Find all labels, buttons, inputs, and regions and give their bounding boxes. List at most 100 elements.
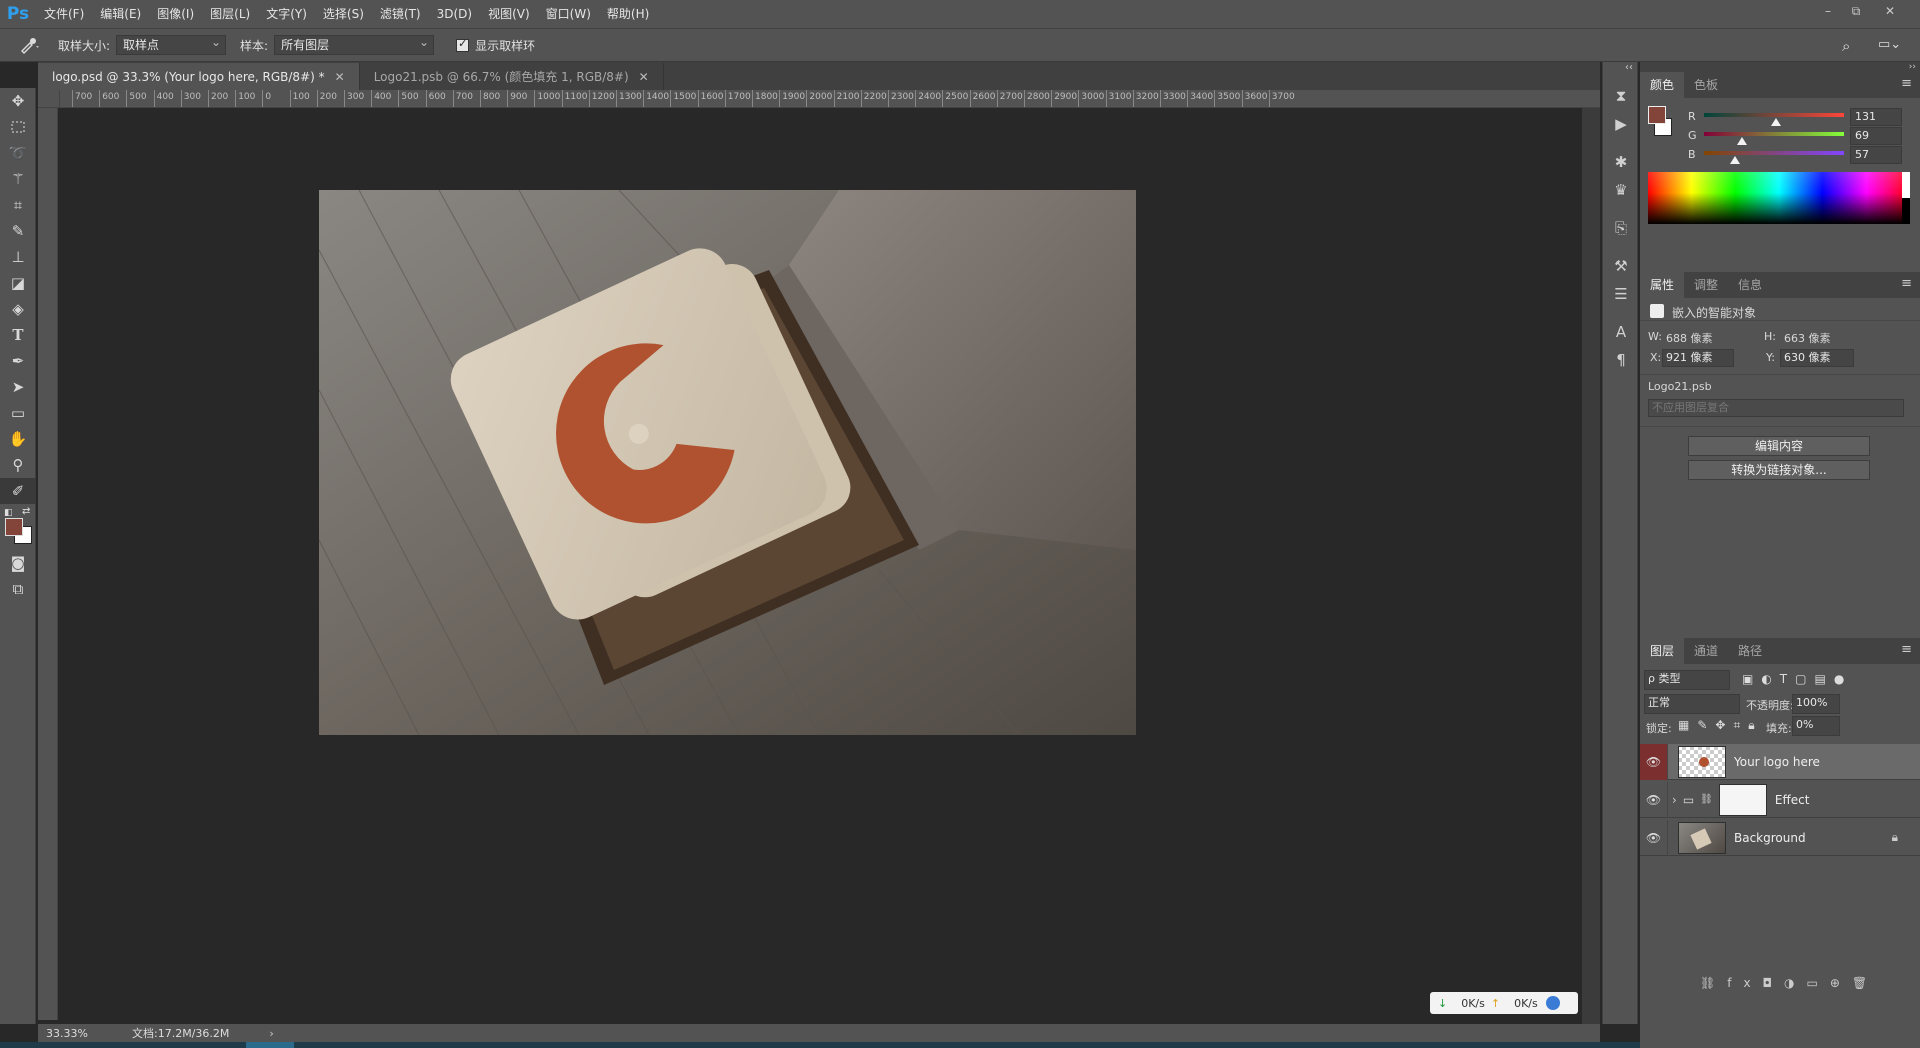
x-position-input[interactable]: 921 像素: [1662, 349, 1734, 367]
hand-tool-icon[interactable]: ✋: [0, 426, 36, 452]
eyedropper-tool-icon[interactable]: ✐: [0, 478, 36, 504]
status-menu-arrow-icon[interactable]: ›: [269, 1027, 273, 1040]
menu-file[interactable]: 文件(F): [36, 0, 92, 28]
quick-mask-icon[interactable]: ◙: [0, 550, 36, 576]
menu-filter[interactable]: 滤镜(T): [372, 0, 429, 28]
green-thumb[interactable]: [1736, 137, 1747, 145]
brushes-icon[interactable]: ♛: [1603, 176, 1639, 204]
tab-swatches[interactable]: 色板: [1684, 72, 1728, 98]
tool-presets-icon[interactable]: ⚒: [1603, 252, 1639, 280]
rectangle-tool-icon[interactable]: ▭: [0, 400, 36, 426]
opacity-input[interactable]: 100%: [1792, 694, 1840, 714]
fill-input[interactable]: 0%: [1792, 716, 1840, 736]
search-icon[interactable]: ⌕: [1842, 37, 1850, 55]
minimize-button[interactable]: –: [1814, 0, 1842, 22]
paint-bucket-tool-icon[interactable]: ◈: [0, 296, 36, 322]
swap-colors-icon[interactable]: ⇄: [22, 506, 30, 517]
lock-icons[interactable]: ▦✎✥⌗🔒︎: [1678, 718, 1763, 733]
tab-info[interactable]: 信息: [1728, 272, 1772, 298]
path-select-tool-icon[interactable]: ➤: [0, 374, 36, 400]
close-tab-icon[interactable]: ✕: [335, 70, 345, 84]
vertical-scrollbar[interactable]: [1582, 108, 1600, 1024]
tab-adjustments[interactable]: 调整: [1684, 272, 1728, 298]
tab-logo-psd[interactable]: logo.psd @ 33.3% (Your logo here, RGB/8#…: [38, 63, 360, 90]
network-widget-icon[interactable]: [1545, 996, 1560, 1010]
layer-name[interactable]: Background: [1734, 831, 1806, 845]
sample-select[interactable]: 所有图层: [274, 33, 435, 55]
layer-name[interactable]: Your logo here: [1734, 755, 1820, 769]
layer-row[interactable]: 👁︎ › ▭ ⛓ Effect: [1640, 781, 1920, 818]
history-icon[interactable]: ⧗: [1603, 82, 1639, 110]
menu-image[interactable]: 图像(I): [149, 0, 202, 28]
lasso-tool-icon[interactable]: ➰: [0, 140, 36, 166]
default-colors-icon[interactable]: ◧: [4, 508, 13, 518]
convert-to-linked-button[interactable]: 转换为链接对象...: [1688, 460, 1870, 480]
color-swatches[interactable]: ◧ ⇄: [0, 504, 35, 550]
menu-help[interactable]: 帮助(H): [599, 0, 657, 28]
green-value-input[interactable]: 69: [1850, 127, 1902, 145]
layer-row[interactable]: 👁︎ Background 🔒︎: [1640, 819, 1920, 856]
paragraph-icon[interactable]: ¶: [1603, 346, 1639, 374]
blue-value-input[interactable]: 57: [1850, 146, 1902, 164]
marquee-tool-icon[interactable]: [0, 114, 36, 140]
stamp-tool-icon[interactable]: ⊥: [0, 244, 36, 270]
character-icon[interactable]: A: [1603, 318, 1639, 346]
red-thumb[interactable]: [1770, 118, 1781, 126]
tab-color[interactable]: 颜色: [1640, 72, 1685, 98]
tab-channels[interactable]: 通道: [1684, 638, 1728, 664]
panel-menu-icon[interactable]: ≡: [1901, 276, 1912, 291]
menu-window[interactable]: 窗口(W): [538, 0, 599, 28]
close-tab-icon[interactable]: ✕: [639, 70, 649, 84]
layer-row[interactable]: 👁︎ Your logo here: [1640, 743, 1920, 780]
tab-paths[interactable]: 路径: [1728, 638, 1772, 664]
pen-tool-icon[interactable]: ✒: [0, 348, 36, 374]
visibility-eye-icon[interactable]: 👁︎: [1640, 819, 1668, 856]
restore-button[interactable]: ⧉: [1842, 0, 1870, 22]
layer-name[interactable]: Effect: [1775, 793, 1810, 807]
blue-slider[interactable]: B 57: [1640, 146, 1920, 166]
expand-group-icon[interactable]: ›: [1672, 793, 1677, 807]
layer-comp-select[interactable]: 不应用图层复合: [1648, 399, 1904, 417]
edit-contents-button[interactable]: 编辑内容: [1688, 436, 1870, 456]
ruler-origin[interactable]: [38, 90, 60, 108]
panel-menu-icon[interactable]: ≡: [1901, 642, 1912, 657]
crop-tool-icon[interactable]: ⌗: [0, 192, 36, 218]
tab-layers[interactable]: 图层: [1640, 638, 1685, 664]
menu-edit[interactable]: 编辑(E): [92, 0, 149, 28]
red-value-input[interactable]: 131: [1850, 108, 1902, 126]
menu-type[interactable]: 文字(Y): [258, 0, 315, 28]
brush-settings-icon[interactable]: ✱: [1603, 148, 1639, 176]
zoom-tool-icon[interactable]: ⚲: [0, 452, 36, 478]
blue-thumb[interactable]: [1730, 156, 1741, 164]
brush-tool-icon[interactable]: ✎: [0, 218, 36, 244]
panel-menu-icon[interactable]: ≡: [1901, 76, 1912, 91]
type-tool-icon[interactable]: T: [0, 322, 36, 348]
width-value[interactable]: 688 像素: [1666, 330, 1713, 346]
clone-source-icon[interactable]: ⎘: [1603, 214, 1639, 242]
blue-track[interactable]: [1704, 151, 1844, 155]
workspace-icon[interactable]: ▭⌄: [1878, 37, 1901, 52]
screen-mode-icon[interactable]: ⧉: [0, 576, 36, 602]
zoom-level[interactable]: 33.33%: [46, 1027, 102, 1040]
red-track[interactable]: [1704, 113, 1844, 117]
eraser-tool-icon[interactable]: ◪: [0, 270, 36, 296]
adjustments-icon[interactable]: ☰: [1603, 280, 1639, 308]
menu-view[interactable]: 视图(V): [480, 0, 538, 28]
tab-logo21-psb[interactable]: Logo21.psb @ 66.7% (颜色填充 1, RGB/8#) ✕: [359, 63, 664, 90]
green-track[interactable]: [1704, 132, 1844, 136]
height-value[interactable]: 663 像素: [1784, 330, 1831, 346]
show-ring-checkbox[interactable]: [456, 37, 470, 52]
color-spectrum[interactable]: [1648, 172, 1910, 224]
layers-footer-icons[interactable]: ⛓fx◘◑▭⊕🗑︎: [1700, 976, 1879, 990]
eyedropper-preset-icon[interactable]: [8, 36, 50, 54]
layer-filter-icons[interactable]: ▣◐T▢▤●: [1742, 672, 1852, 686]
blend-mode-select[interactable]: 正常: [1644, 694, 1740, 714]
magic-wand-tool-icon[interactable]: ⚚: [0, 166, 36, 192]
document-image[interactable]: [319, 190, 1136, 735]
actions-play-icon[interactable]: ▶: [1603, 110, 1639, 138]
horizontal-ruler[interactable]: 700 600 500 400 300 200 100 0 100 200 300 400 500 600…: [60, 90, 1600, 108]
menu-select[interactable]: 选择(S): [315, 0, 372, 28]
tab-properties[interactable]: 属性: [1640, 272, 1685, 298]
visibility-eye-icon[interactable]: 👁︎: [1640, 781, 1668, 818]
green-slider[interactable]: G 69: [1640, 127, 1920, 147]
